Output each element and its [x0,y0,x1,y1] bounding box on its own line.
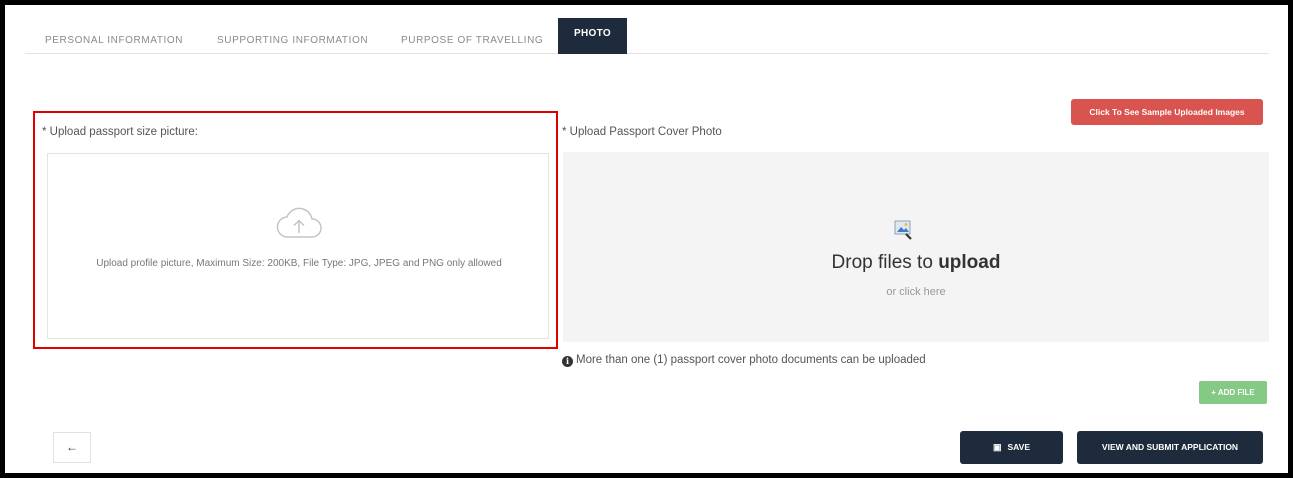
drop-files-title: Drop files to upload [831,252,1001,273]
image-icon [894,220,912,240]
tab-purpose-of-travelling[interactable]: PURPOSE OF TRAVELLING [401,18,543,53]
cover-upload-label: * Upload Passport Cover Photo [562,126,722,138]
info-icon: i [562,356,573,367]
tab-photo[interactable]: PHOTO [558,18,627,54]
back-button[interactable]: ← [53,432,91,463]
arrow-left-icon: ← [66,440,78,454]
page-frame: PERSONAL INFORMATION SUPPORTING INFORMAT… [0,0,1293,478]
tab-bar: PERSONAL INFORMATION SUPPORTING INFORMAT… [25,18,1269,54]
upload-info-text: More than one (1) passport cover photo d… [576,354,926,366]
save-button[interactable]: ▣ SAVE [960,431,1063,464]
tab-personal-information[interactable]: PERSONAL INFORMATION [45,18,183,53]
tab-supporting-information[interactable]: SUPPORTING INFORMATION [217,18,368,53]
drop-files-subtitle: or click here [886,286,946,298]
add-file-button[interactable]: + ADD FILE [1199,381,1267,404]
cover-photo-dropzone[interactable]: Drop files to upload or click here [563,152,1269,342]
profile-picture-dropzone[interactable]: Upload profile picture, Maximum Size: 20… [47,153,549,339]
save-button-label: SAVE [1007,442,1031,452]
floppy-disk-icon: ▣ [992,442,1002,452]
sample-images-button[interactable]: Click To See Sample Uploaded Images [1071,99,1263,125]
upload-info-note: i More than one (1) passport cover photo … [562,354,926,367]
cloud-upload-icon [276,207,322,238]
profile-upload-hint: Upload profile picture, Maximum Size: 20… [96,258,502,269]
view-and-submit-button[interactable]: VIEW AND SUBMIT APPLICATION [1077,431,1263,464]
